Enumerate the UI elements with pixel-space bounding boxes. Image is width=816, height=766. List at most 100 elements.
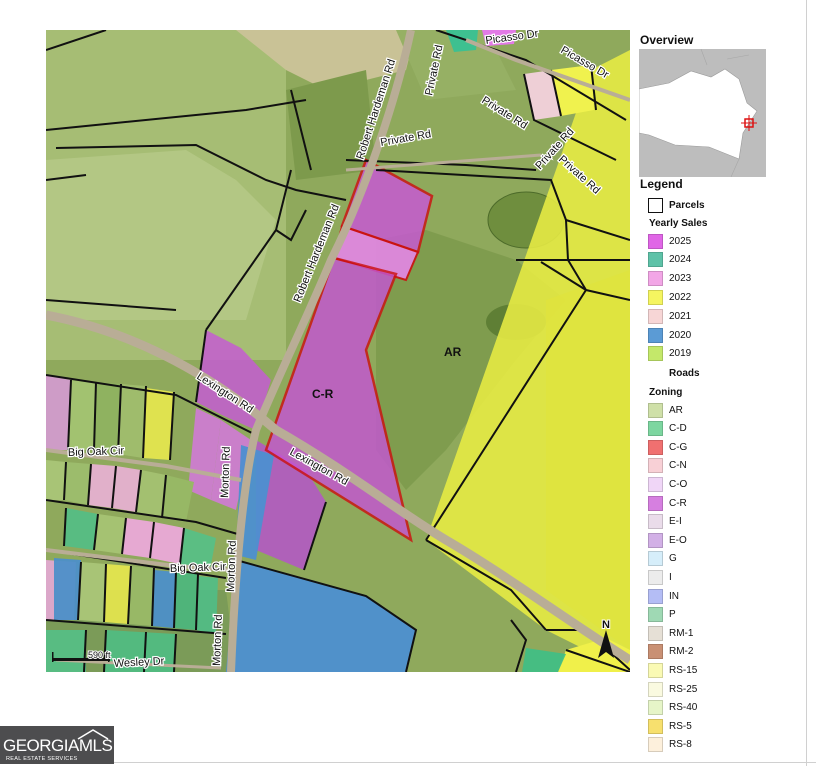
- legend-zoning-item: RM-2: [648, 644, 693, 660]
- legend-zoning-swatch: [648, 662, 663, 678]
- legend-zoning-item: RS-25: [648, 681, 697, 697]
- overview-map-svg: [639, 49, 766, 177]
- legend-zoning-swatch: [648, 644, 663, 660]
- legend-zoning-label: C-R: [669, 497, 687, 509]
- legend-zoning-label: RM-1: [669, 627, 694, 639]
- legend-zoning-item: RS-40: [648, 700, 697, 716]
- legend-zoning-item: IN: [648, 588, 679, 604]
- legend-yearly-sales-item: 2022: [648, 289, 691, 305]
- legend-zoning-swatch: [648, 514, 663, 530]
- legend-zoning-label: C-N: [669, 460, 687, 472]
- legend-zoning-label: RS-40: [669, 702, 698, 714]
- legend-zoning-swatch: [648, 458, 663, 474]
- legend-yearly-sales-label: 2025: [669, 235, 692, 247]
- road-label-morton-1: Morton Rd: [219, 446, 233, 498]
- map-panel[interactable]: Robert Hardeman Rd Robert Hardeman Rd Le…: [46, 30, 630, 672]
- legend-zoning-label: RS-15: [669, 664, 698, 676]
- legend-zoning-swatch: [648, 495, 663, 511]
- legend-zoning-swatch: [648, 476, 663, 492]
- legend-yearly-sales-item: 2025: [648, 233, 691, 249]
- legend-zoning-swatch: [648, 551, 663, 567]
- legend-zoning-item: RM-1: [648, 625, 693, 641]
- road-label-morton-2: Morton Rd: [225, 540, 239, 592]
- legend-yearly-sales-swatch: [648, 346, 663, 362]
- legend-zoning-item: C-R: [648, 495, 687, 511]
- legend-heading-yearly-sales: Yearly Sales: [649, 218, 708, 229]
- legend-zoning-swatch: [648, 625, 663, 641]
- legend-zoning-item: AR: [648, 402, 683, 418]
- legend-zoning-item: RS-8: [648, 737, 692, 753]
- legend-zoning-label: AR: [669, 404, 683, 416]
- legend-zoning-item: G: [648, 551, 677, 567]
- legend-yearly-sales-item: 2021: [648, 308, 691, 324]
- legend-yearly-sales-swatch: [648, 308, 663, 324]
- legend-zoning-label: E-O: [669, 534, 687, 546]
- zone-label-ar: AR: [444, 345, 462, 359]
- legend-zoning-item: E-I: [648, 514, 682, 530]
- legend-yearly-sales-label: 2020: [669, 329, 692, 341]
- legend-zoning-swatch: [648, 588, 663, 604]
- legend-zoning-item: E-O: [648, 532, 687, 548]
- road-label-big-oak-2: Big Oak Cir: [170, 561, 227, 575]
- legend-zoning-label: RS-5: [669, 720, 692, 732]
- legend-zoning-item: C-N: [648, 458, 687, 474]
- legend-zoning-swatch: [648, 700, 663, 716]
- legend-zoning-label: C-O: [669, 478, 688, 490]
- legend-zoning-item: RS-15: [648, 662, 697, 678]
- legend-zoning-swatch: [648, 421, 663, 437]
- georgiamls-logo: GEORGIAMLS REAL ESTATE SERVICES: [0, 726, 114, 764]
- legend-heading-zoning: Zoning: [649, 387, 683, 398]
- aerial-map[interactable]: Robert Hardeman Rd Robert Hardeman Rd Le…: [46, 30, 630, 672]
- legend-yearly-sales-swatch: [648, 271, 663, 287]
- legend-zoning-item: C-G: [648, 439, 687, 455]
- legend-yearly-sales-swatch: [648, 233, 663, 249]
- legend-zoning-label: P: [669, 609, 676, 621]
- scale-bar-label: 590 ft: [88, 650, 111, 660]
- legend-yearly-sales-item: 2019: [648, 346, 691, 362]
- legend-zoning-swatch: [648, 402, 663, 418]
- legend-zoning-item: P: [648, 607, 676, 623]
- legend-zoning-label: IN: [669, 590, 679, 602]
- legend-yearly-sales-label: 2024: [669, 254, 692, 266]
- legend-zoning-label: G: [669, 553, 677, 565]
- zone-label-cr: C-R: [312, 387, 334, 401]
- legend-zoning-item: C-D: [648, 421, 687, 437]
- legend-yearly-sales-swatch: [648, 327, 663, 343]
- road-label-morton-3: Morton Rd: [211, 614, 225, 666]
- page-divider-vertical: [806, 0, 807, 766]
- legend-yearly-sales-swatch: [648, 252, 663, 268]
- north-arrow-label: N: [602, 619, 610, 631]
- legend-zoning-item: I: [648, 569, 672, 585]
- legend-zoning-swatch: [648, 718, 663, 734]
- legend-yearly-sales-label: 2022: [669, 291, 692, 303]
- overview-map[interactable]: [639, 49, 766, 177]
- legend-yearly-sales-label: 2019: [669, 348, 692, 360]
- parcels-swatch-icon: [648, 197, 663, 213]
- legend-zoning-label: C-G: [669, 441, 688, 453]
- legend-zoning-swatch: [648, 532, 663, 548]
- logo-name: GEORGIAMLS: [3, 736, 113, 755]
- legend-zoning-label: RS-8: [669, 739, 692, 751]
- legend-yearly-sales-item: 2020: [648, 327, 691, 343]
- legend-zoning-swatch: [648, 439, 663, 455]
- parcel-2022-east-lower: [546, 270, 630, 650]
- legend-zoning-swatch: [648, 681, 663, 697]
- legend-zoning-label: C-D: [669, 423, 687, 435]
- legend-zoning-swatch: [648, 737, 663, 753]
- legend-zoning-label: RM-2: [669, 646, 694, 658]
- legend-yearly-sales-item: 2023: [648, 271, 691, 287]
- overview-title: Overview: [640, 33, 694, 47]
- legend-zoning-swatch: [648, 569, 663, 585]
- legend-zoning-item: C-O: [648, 476, 687, 492]
- legend-item-parcels: Parcels: [648, 197, 705, 213]
- legend-zoning-label: I: [669, 571, 672, 583]
- legend-title: Legend: [640, 177, 683, 191]
- logo-tagline: REAL ESTATE SERVICES: [6, 756, 78, 762]
- legend-yearly-sales-item: 2024: [648, 252, 691, 268]
- legend-yearly-sales-swatch: [648, 289, 663, 305]
- legend-label-parcels: Parcels: [669, 199, 705, 211]
- legend-heading-roads: Roads: [669, 368, 700, 379]
- legend-zoning-label: RS-25: [669, 683, 698, 695]
- legend-zoning-label: E-I: [669, 516, 682, 528]
- page-divider-horizontal: [0, 762, 816, 763]
